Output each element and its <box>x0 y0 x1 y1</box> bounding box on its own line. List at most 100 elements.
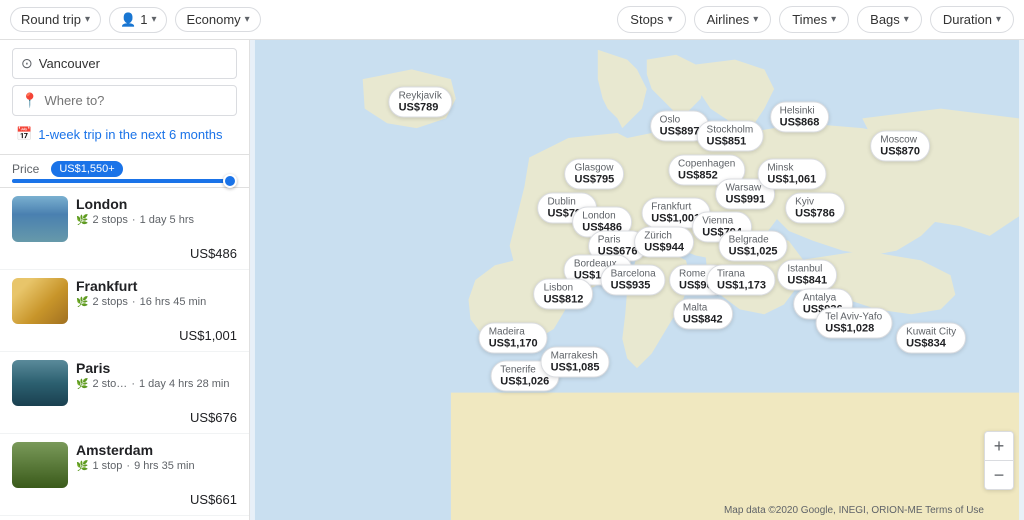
price-label: Price <box>12 162 39 176</box>
times-chevron: ▾ <box>831 14 836 25</box>
slider-track[interactable] <box>12 179 237 183</box>
stops-filter-button[interactable]: Stops ▾ <box>617 6 685 33</box>
class-button[interactable]: Economy ▾ <box>175 7 260 32</box>
airlines-filter-label: Airlines <box>707 12 750 27</box>
map-city-name: Frankfurt <box>651 201 700 212</box>
map-city-name: Barcelona <box>611 269 656 280</box>
flight-price: US$1,001 <box>12 328 237 343</box>
flight-details: 🌿 2 stops · 16 hrs 45 min <box>76 296 237 308</box>
price-tag[interactable]: ZürichUS$944 <box>634 226 694 257</box>
duration-label: 16 hrs 45 min <box>140 296 207 308</box>
map-city-name: Oslo <box>660 115 700 126</box>
map-city-price: US$841 <box>787 275 827 287</box>
zoom-controls: + − <box>984 431 1014 490</box>
trip-type-chevron: ▾ <box>85 14 90 25</box>
map-city-name: Minsk <box>767 163 816 174</box>
map-city-price: US$834 <box>906 337 946 349</box>
destination-input[interactable] <box>44 93 228 108</box>
class-label: Economy <box>186 12 240 27</box>
person-icon: 👤 <box>120 12 136 28</box>
duration-filter-label: Duration <box>943 12 992 27</box>
price-tag[interactable]: LisbonUS$812 <box>534 279 594 310</box>
search-fields: ⊙ 📍 📅 1-week trip in the next 6 months <box>0 40 249 155</box>
date-row[interactable]: 📅 1-week trip in the next 6 months <box>12 122 237 146</box>
map-city-name: Antalya <box>803 293 843 304</box>
slider-thumb[interactable] <box>223 174 237 188</box>
passengers-label: 1 <box>140 12 147 27</box>
flight-price: US$661 <box>12 492 237 507</box>
map-city-price: US$1,028 <box>825 323 874 335</box>
times-filter-label: Times <box>792 12 827 27</box>
origin-field[interactable]: ⊙ <box>12 48 237 79</box>
flight-image <box>12 360 68 406</box>
duration-chevron: ▾ <box>996 14 1001 25</box>
duration-filter-button[interactable]: Duration ▾ <box>930 6 1014 33</box>
main-content: ⊙ 📍 📅 1-week trip in the next 6 months P… <box>0 40 1024 520</box>
price-tag[interactable]: IstanbulUS$841 <box>777 260 837 291</box>
list-item[interactable]: Paris 🌿 2 sto… · 1 day 4 hrs 28 min US$6… <box>0 352 249 434</box>
map-city-name: Paris <box>598 235 638 246</box>
flight-list: London 🌿 2 stops · 1 day 5 hrs US$486 Fr… <box>0 188 249 520</box>
map-city-name: Copenhagen <box>678 158 735 169</box>
price-slider-wrap[interactable] <box>12 179 237 183</box>
map-city-name: Vienna <box>702 216 742 227</box>
flight-details: 🌿 2 sto… · 1 day 4 hrs 28 min <box>76 378 237 390</box>
list-item[interactable]: London 🌿 2 stops · 1 day 5 hrs US$486 <box>0 188 249 270</box>
map-city-price: US$786 <box>795 208 835 220</box>
airlines-filter-button[interactable]: Airlines ▾ <box>694 6 772 33</box>
price-tag[interactable]: MadeiraUS$1,170 <box>479 322 548 353</box>
flight-info: London 🌿 2 stops · 1 day 5 hrs <box>76 196 237 226</box>
map-city-price: US$868 <box>780 116 820 128</box>
map-area: ReykjavíkUS$789OsloUS$897StockholmUS$851… <box>250 40 1024 520</box>
map-city-price: US$851 <box>707 136 747 148</box>
map-city-price: US$944 <box>644 241 684 253</box>
price-filter-row: Price US$1,550+ <box>0 155 249 188</box>
price-tag[interactable]: MaltaUS$842 <box>673 298 733 329</box>
map-city-name: Zürich <box>644 230 684 241</box>
price-tag[interactable]: MinskUS$1,061 <box>757 159 826 190</box>
dot-separator: · <box>132 296 136 308</box>
flight-details: 🌿 1 stop · 9 hrs 35 min <box>76 460 237 472</box>
price-tag[interactable]: MoscowUS$870 <box>870 130 930 161</box>
flight-city: Paris <box>76 360 237 376</box>
price-tag[interactable]: GlasgowUS$795 <box>565 159 625 190</box>
leaf-icon: 🌿 <box>76 297 88 308</box>
price-tag[interactable]: Tel Aviv-YafoUS$1,028 <box>815 308 892 339</box>
price-tag[interactable]: MarrakeshUS$1,085 <box>541 346 610 377</box>
price-tag[interactable]: Kuwait CityUS$834 <box>896 322 966 353</box>
list-item[interactable]: Frankfurt 🌿 2 stops · 16 hrs 45 min US$1… <box>0 270 249 352</box>
filter-group: Stops ▾ Airlines ▾ Times ▾ Bags ▾ Durati… <box>613 6 1014 33</box>
price-tag[interactable]: KyivUS$786 <box>785 193 845 224</box>
calendar-icon: 📅 <box>16 126 32 142</box>
map-city-name: Reykjavík <box>399 91 442 102</box>
map-city-price: US$1,173 <box>717 280 766 292</box>
zoom-out-button[interactable]: − <box>985 461 1013 489</box>
price-tag[interactable]: TiranaUS$1,173 <box>707 265 776 296</box>
map-city-name: Stockholm <box>707 125 754 136</box>
price-tag[interactable]: HelsinkiUS$868 <box>770 101 830 132</box>
dot-separator: · <box>131 378 135 390</box>
passengers-button[interactable]: 👤 1 ▾ <box>109 7 167 33</box>
map-city-name: Glasgow <box>575 163 615 174</box>
map-city-price: US$870 <box>880 145 920 157</box>
leaf-icon: 🌿 <box>76 379 88 390</box>
times-filter-button[interactable]: Times ▾ <box>779 6 849 33</box>
bags-filter-button[interactable]: Bags ▾ <box>857 6 922 33</box>
leaf-icon: 🌿 <box>76 461 88 472</box>
list-item[interactable]: Amsterdam 🌿 1 stop · 9 hrs 35 min US$661 <box>0 434 249 516</box>
price-tag[interactable]: BelgradeUS$1,025 <box>719 231 788 262</box>
origin-input[interactable] <box>39 56 228 71</box>
map-city-name: Belgrade <box>729 235 778 246</box>
origin-icon: ⊙ <box>21 55 33 72</box>
flight-info: Amsterdam 🌿 1 stop · 9 hrs 35 min <box>76 442 237 472</box>
map-city-price: US$789 <box>399 102 439 114</box>
destination-field[interactable]: 📍 <box>12 85 237 116</box>
price-tag[interactable]: StockholmUS$851 <box>697 121 764 152</box>
zoom-in-button[interactable]: + <box>985 432 1013 460</box>
price-tag[interactable]: ReykjavíkUS$789 <box>389 87 452 118</box>
trip-type-button[interactable]: Round trip ▾ <box>10 7 101 32</box>
map-city-name: Helsinki <box>780 105 820 116</box>
duration-label: 9 hrs 35 min <box>134 460 195 472</box>
price-tag[interactable]: BarcelonaUS$935 <box>601 265 666 296</box>
map-city-name: Tel Aviv-Yafo <box>825 312 882 323</box>
